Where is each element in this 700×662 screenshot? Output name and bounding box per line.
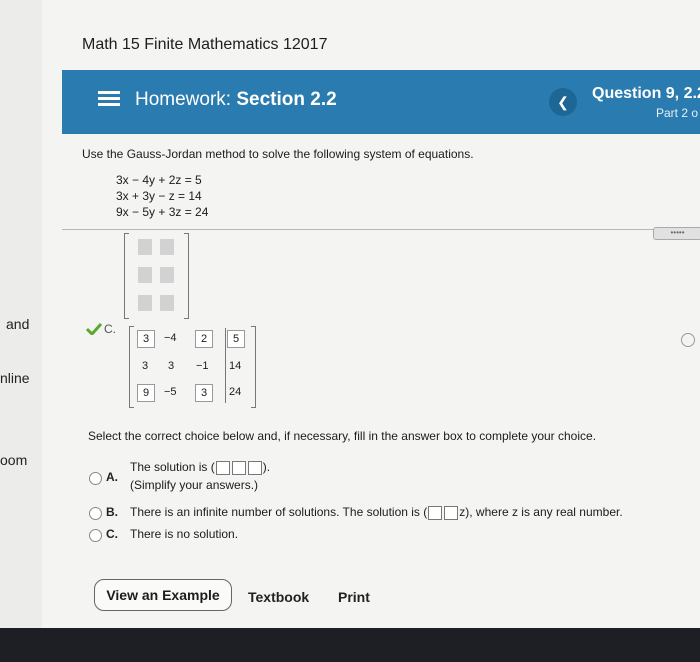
question-number: Question 9, 2.2	[592, 85, 700, 102]
section-divider	[62, 229, 700, 230]
choice-c-label: C.	[104, 322, 116, 336]
previous-question-button[interactable]: ❮	[549, 88, 577, 116]
option-a-text: The solution is ().	[130, 460, 271, 475]
option-a-hint: (Simplify your answers.)	[130, 478, 259, 492]
side-radio-button[interactable]	[681, 333, 695, 347]
radio-option-a[interactable]	[89, 472, 102, 485]
matrix-cell: 3	[195, 384, 213, 402]
print-button[interactable]: Print	[338, 589, 370, 605]
homework-section: Section 2.2	[236, 89, 337, 110]
left-panel-item-online[interactable]: nline	[0, 370, 30, 386]
equation-1: 3x − 4y + 2z = 5	[116, 173, 202, 187]
placeholder-matrix	[124, 233, 189, 319]
problem-instructions: Use the Gauss-Jordan method to solve the…	[82, 147, 474, 161]
expand-more-button[interactable]: •••••	[653, 227, 700, 240]
matrix-cell: 9	[137, 384, 155, 402]
answer-box-y[interactable]	[444, 505, 459, 520]
matrix-cell: 24	[229, 386, 242, 398]
homework-title: Homework: Section 2.2	[135, 89, 337, 111]
matrix-cell: 3	[137, 330, 155, 348]
footer-bar	[0, 628, 700, 662]
left-panel-item-zoom[interactable]: oom	[0, 452, 27, 468]
matrix-cell: −4	[164, 332, 177, 344]
answer-box-x[interactable]	[215, 460, 230, 475]
view-example-button[interactable]: View an Example	[94, 579, 232, 611]
option-c-text: There is no solution.	[130, 527, 239, 541]
answer-box-y[interactable]	[231, 460, 246, 475]
matrix-cell: 3	[142, 360, 149, 372]
homework-prefix: Homework:	[135, 89, 232, 110]
matrix-cell: −1	[196, 360, 209, 372]
matrix-cell: 2	[195, 330, 213, 348]
checkmark-icon	[86, 323, 102, 335]
matrix-cell: 5	[227, 330, 245, 348]
left-panel-item-and[interactable]: and	[6, 316, 29, 332]
course-title: Math 15 Finite Mathematics 12017	[82, 36, 328, 53]
question-part: Part 2 o	[656, 106, 699, 120]
equation-2: 3x + 3y − z = 14	[116, 189, 202, 203]
equation-3: 9x − 5y + 3z = 24	[116, 205, 209, 219]
option-b-letter: B.	[106, 505, 118, 519]
menu-icon[interactable]	[98, 91, 120, 107]
radio-option-c[interactable]	[89, 529, 102, 542]
matrix-cell: −5	[164, 386, 177, 398]
answer-box-x[interactable]	[428, 505, 443, 520]
matrix-cell: 3	[168, 360, 175, 372]
option-a-letter: A.	[106, 470, 118, 484]
select-choice-instruction: Select the correct choice below and, if …	[88, 429, 597, 443]
option-b-text: There is an infinite number of solutions…	[130, 505, 623, 520]
chevron-left-icon: ❮	[557, 94, 569, 110]
augmented-matrix: 3 −4 2 5 3 3 −1 14 9 −5 3 24	[129, 326, 256, 408]
answer-box-z[interactable]	[247, 460, 262, 475]
radio-option-b[interactable]	[89, 507, 102, 520]
option-c-letter: C.	[106, 527, 118, 541]
matrix-cell: 14	[229, 360, 242, 372]
textbook-button[interactable]: Textbook	[248, 589, 309, 605]
